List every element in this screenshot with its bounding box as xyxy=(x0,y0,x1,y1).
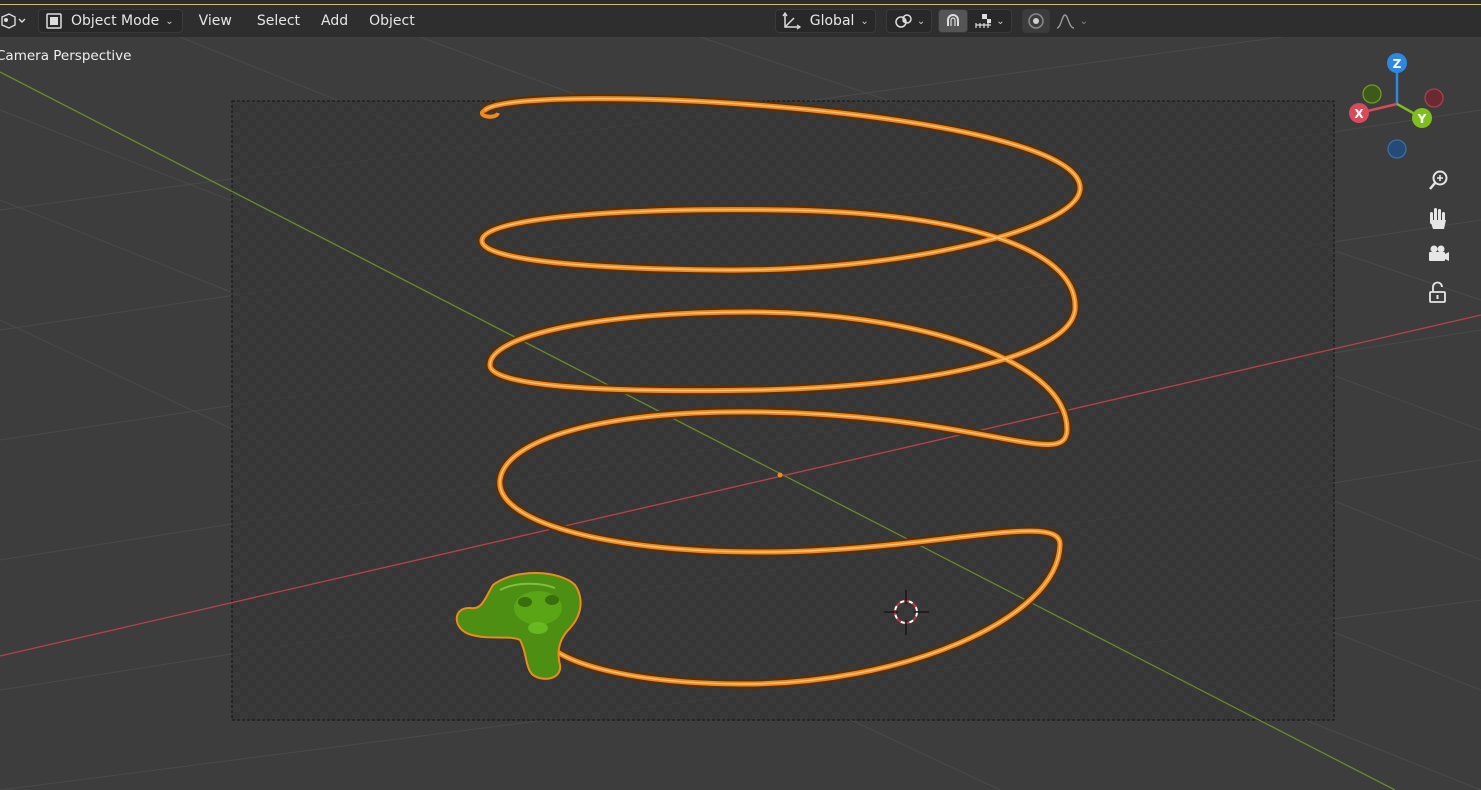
object-origin-dot xyxy=(777,472,783,478)
proportional-editing-icon xyxy=(1027,12,1045,30)
snap-magnet-icon xyxy=(943,12,963,30)
menu-select[interactable]: Select xyxy=(249,9,308,33)
gizmo-neg-x[interactable] xyxy=(1424,88,1444,108)
editor-type-button[interactable] xyxy=(0,9,30,33)
transform-orientation-label: Global xyxy=(809,13,855,29)
pivot-point-dropdown[interactable]: ⌄ xyxy=(885,9,933,33)
transform-orientation-dropdown[interactable]: Global ⌄ xyxy=(774,9,876,33)
chevron-down-icon: ⌄ xyxy=(916,15,926,27)
svg-text:Z: Z xyxy=(1393,57,1402,71)
viewport-header: Object Mode ⌄ View Select Add Object Glo… xyxy=(0,5,1481,37)
svg-text:X: X xyxy=(1354,107,1364,121)
proportional-editing-toggle[interactable] xyxy=(1021,9,1050,33)
transform-orientation-icon xyxy=(782,12,802,30)
falloff-dropdown[interactable]: ⌄ xyxy=(1052,9,1092,33)
menu-add[interactable]: Add xyxy=(313,9,356,33)
pivot-point-icon xyxy=(893,12,915,30)
falloff-curve-icon xyxy=(1056,12,1080,30)
gizmo-z[interactable]: Z xyxy=(1387,53,1407,73)
3d-viewport[interactable]: Z X Y xyxy=(0,37,1481,790)
object-mode-dropdown[interactable]: Object Mode ⌄ xyxy=(38,9,183,33)
gizmo-x[interactable]: X xyxy=(1349,103,1369,123)
chevron-down-icon: ⌄ xyxy=(860,15,869,27)
menu-view[interactable]: View xyxy=(191,9,240,33)
editor-type-icon xyxy=(1,13,26,29)
svg-text:Y: Y xyxy=(1417,112,1427,126)
chevron-down-icon: ⌄ xyxy=(165,15,174,27)
snap-target-dropdown[interactable]: ⌄ xyxy=(968,9,1012,33)
gizmo-neg-z[interactable] xyxy=(1387,139,1407,159)
chevron-down-icon: ⌄ xyxy=(1079,15,1088,27)
menu-object[interactable]: Object xyxy=(361,9,423,33)
viewport-perspective-label: Camera Perspective xyxy=(0,48,132,64)
object-mode-icon xyxy=(45,12,63,30)
gizmo-y[interactable]: Y xyxy=(1412,108,1432,128)
chevron-down-icon: ⌄ xyxy=(996,15,1005,27)
snap-toggle[interactable] xyxy=(938,9,969,33)
snap-increment-icon xyxy=(974,12,994,30)
zoom-button[interactable] xyxy=(1424,166,1452,194)
object-mode-label: Object Mode xyxy=(71,13,160,29)
gizmo-neg-y[interactable] xyxy=(1362,84,1382,104)
